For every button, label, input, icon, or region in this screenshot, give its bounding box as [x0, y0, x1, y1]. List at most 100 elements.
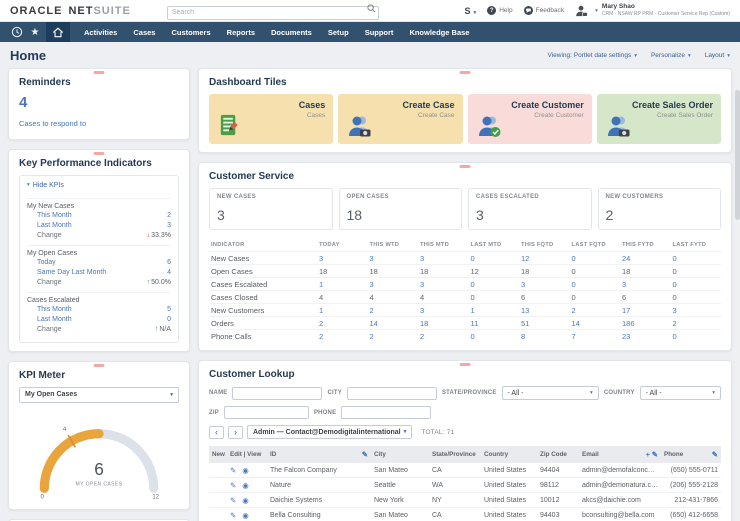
metric-value[interactable]: 51 [519, 319, 570, 328]
nav-item[interactable]: Documents [263, 28, 320, 37]
metric-value[interactable]: 18 [418, 267, 469, 276]
metric-value[interactable]: 186 [620, 319, 671, 328]
metric-value[interactable]: 18 [418, 319, 469, 328]
metric-value[interactable]: 4 [418, 293, 469, 302]
kpi-period-link[interactable]: Last Month [37, 316, 72, 323]
kpi-period-link[interactable]: Same Day Last Month [37, 269, 106, 276]
metric-value[interactable]: 4 [368, 293, 419, 302]
hide-kpis-toggle[interactable]: ▾Hide KPIs [27, 182, 64, 194]
viewing-dropdown[interactable]: Viewing: Portlet date settings▾ [547, 52, 636, 59]
metric-value[interactable]: 0 [469, 254, 520, 263]
metric-value[interactable]: 1 [317, 280, 368, 289]
metric-value[interactable]: 3 [418, 254, 469, 263]
metric-value[interactable]: 2 [671, 319, 722, 328]
page-scrollbar[interactable] [735, 42, 740, 521]
metric-value[interactable]: 23 [620, 332, 671, 341]
prev-page-button[interactable]: ‹ [209, 426, 224, 439]
dashboard-tile[interactable]: Create Sales OrderCreate Sales Order [597, 94, 721, 144]
view-icon[interactable]: ◉ [242, 481, 249, 490]
nav-item[interactable]: Cases [125, 28, 163, 37]
metric-value[interactable]: 18 [317, 267, 368, 276]
metric-value[interactable]: 12 [469, 267, 520, 276]
metric-value[interactable]: 1 [317, 306, 368, 315]
kpi-period-link[interactable]: This Month [37, 306, 72, 313]
kpi-period-link[interactable]: Last Month [37, 222, 72, 229]
metric-value[interactable]: 0 [570, 280, 621, 289]
view-icon[interactable]: ◉ [242, 496, 249, 505]
nav-item[interactable]: Activities [76, 28, 125, 37]
metric-value[interactable]: 0 [469, 280, 520, 289]
kpi-card[interactable]: CASES ESCALATED 3 [468, 188, 592, 230]
dashboard-tile[interactable]: Create CaseCreate Case [338, 94, 462, 144]
kpi-value[interactable]: 4 [167, 269, 171, 276]
metric-value[interactable]: 6 [620, 293, 671, 302]
nav-item[interactable]: Customers [163, 28, 218, 37]
metric-value[interactable]: 3 [368, 254, 419, 263]
app-switcher-icon[interactable]: S▾ [464, 6, 476, 16]
nav-item[interactable]: Reports [219, 28, 263, 37]
name-input[interactable] [232, 387, 322, 400]
kpi-value[interactable]: 3 [167, 222, 171, 229]
nav-item[interactable]: Knowledge Base [401, 28, 477, 37]
metric-value[interactable]: 14 [570, 319, 621, 328]
next-page-button[interactable]: › [228, 426, 243, 439]
metric-value[interactable]: 0 [469, 332, 520, 341]
dashboard-tile[interactable]: CasesCases [209, 94, 333, 144]
metric-value[interactable]: 24 [620, 254, 671, 263]
customer-id[interactable]: Nature [267, 480, 371, 491]
kpi-period-link[interactable]: This Month [37, 212, 72, 219]
metric-value[interactable]: 0 [671, 280, 722, 289]
search-input[interactable] [167, 6, 379, 20]
metric-value[interactable]: 0 [671, 267, 722, 276]
metric-value[interactable]: 0 [570, 267, 621, 276]
view-select[interactable]: Admin — Contact@Demodigitalinternational… [247, 425, 412, 439]
shortcuts-button[interactable]: ★ [26, 22, 44, 42]
view-icon[interactable]: ◉ [242, 511, 249, 520]
help-button[interactable]: ?Help [487, 6, 512, 15]
layout-dropdown[interactable]: Layout▾ [705, 52, 730, 59]
metric-value[interactable]: 2 [317, 332, 368, 341]
nav-item[interactable]: Support [357, 28, 402, 37]
phone-input[interactable] [341, 406, 431, 419]
view-icon[interactable]: ◉ [242, 466, 249, 475]
metric-value[interactable]: 0 [671, 293, 722, 302]
zip-input[interactable] [224, 406, 309, 419]
edit-column-icon[interactable]: ✎ [362, 450, 368, 459]
kpi-value[interactable]: 6 [167, 259, 171, 266]
recent-records-button[interactable] [8, 22, 26, 42]
scrollbar-thumb[interactable] [735, 90, 740, 220]
reminder-count[interactable]: 4 [19, 94, 179, 111]
metric-value[interactable]: 0 [671, 332, 722, 341]
metric-value[interactable]: 3 [418, 306, 469, 315]
kpi-value[interactable]: 0 [167, 316, 171, 323]
metric-value[interactable]: 18 [368, 267, 419, 276]
country-select[interactable]: - All -▾ [640, 386, 721, 400]
edit-icon[interactable]: ✎ [230, 466, 236, 475]
customer-id[interactable]: Daichie Systems [267, 495, 371, 506]
metric-value[interactable]: 3 [620, 280, 671, 289]
edit-column-icon[interactable]: ✎ [652, 450, 658, 459]
edit-icon[interactable]: ✎ [230, 481, 236, 490]
metric-value[interactable]: 13 [519, 306, 570, 315]
metric-value[interactable]: 14 [368, 319, 419, 328]
user-menu[interactable]: ▾ Mary ShaoCRM - NSAW RP PRM - Customer … [575, 3, 730, 17]
metric-value[interactable]: 7 [570, 332, 621, 341]
reminder-link[interactable]: Cases to respond to [19, 119, 86, 128]
feedback-button[interactable]: Feedback [524, 6, 565, 15]
edit-icon[interactable]: ✎ [230, 511, 236, 520]
edit-column-icon[interactable]: ✎ [712, 450, 718, 459]
metric-value[interactable]: 4 [317, 293, 368, 302]
metric-value[interactable]: 3 [671, 306, 722, 315]
personalize-dropdown[interactable]: Personalize▾ [651, 52, 691, 59]
add-column-icon[interactable]: + [646, 450, 650, 459]
city-input[interactable] [347, 387, 437, 400]
customer-id[interactable]: The Falcon Company [267, 465, 371, 476]
metric-value[interactable]: 0 [469, 293, 520, 302]
edit-icon[interactable]: ✎ [230, 496, 236, 505]
kpi-meter-select[interactable]: My Open Cases▾ [19, 387, 179, 403]
kpi-value[interactable]: 5 [167, 306, 171, 313]
metric-value[interactable]: 2 [418, 332, 469, 341]
metric-value[interactable]: 3 [317, 254, 368, 263]
metric-value[interactable]: 18 [620, 267, 671, 276]
metric-value[interactable]: 3 [519, 280, 570, 289]
